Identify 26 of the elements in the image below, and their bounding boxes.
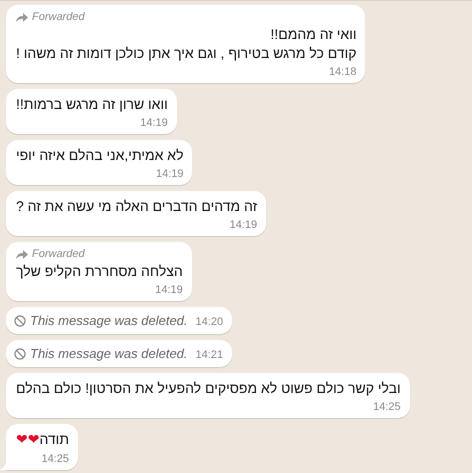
message-time: 14:19 bbox=[155, 284, 183, 296]
heart-emoji: ❤❤ bbox=[16, 432, 40, 448]
message-time: 14:19 bbox=[156, 168, 184, 180]
message-text: קודם כל מרגש בטירוף , וגם איך אתן כולכן דומות זה משהו ! bbox=[16, 44, 356, 63]
message-time: 14:25 bbox=[373, 401, 401, 413]
message-text: וואי זה מהמם!! bbox=[269, 25, 356, 44]
forwarded-label: Forwarded bbox=[32, 11, 85, 23]
message-time: 14:18 bbox=[328, 66, 356, 78]
forward-arrow-icon bbox=[16, 250, 28, 258]
message-text: הצלחה מסחררת הקליפ שלך bbox=[16, 262, 183, 281]
message-text: וואו שרון זה מרגש ברמות!! bbox=[16, 95, 168, 114]
message-time: 14:19 bbox=[140, 117, 168, 129]
message-time: 14:25 bbox=[41, 453, 69, 465]
deleted-message-text: This message was deleted. bbox=[30, 313, 188, 328]
message-time: 14:20 bbox=[196, 316, 224, 328]
message-text: זה מדהים הדברים האלה מי עשה את זה ? bbox=[16, 197, 258, 216]
message-text: ובלי קשר כולם פשוט לא מפסיקים להפעיל את הסרטון! כולם בהלם bbox=[16, 379, 401, 398]
message-text: תודה❤❤ bbox=[16, 430, 69, 450]
deleted-message-text: This message was deleted. bbox=[30, 346, 188, 361]
message-time: 14:19 bbox=[230, 219, 258, 231]
blocked-icon bbox=[14, 348, 26, 360]
forward-arrow-icon bbox=[16, 12, 28, 22]
blocked-icon bbox=[14, 314, 26, 326]
forwarded-label: Forwarded bbox=[32, 248, 85, 260]
message-time: 14:21 bbox=[196, 349, 224, 361]
message-text: לא אמיתי,אני בהלם איזה יופי bbox=[16, 146, 184, 165]
